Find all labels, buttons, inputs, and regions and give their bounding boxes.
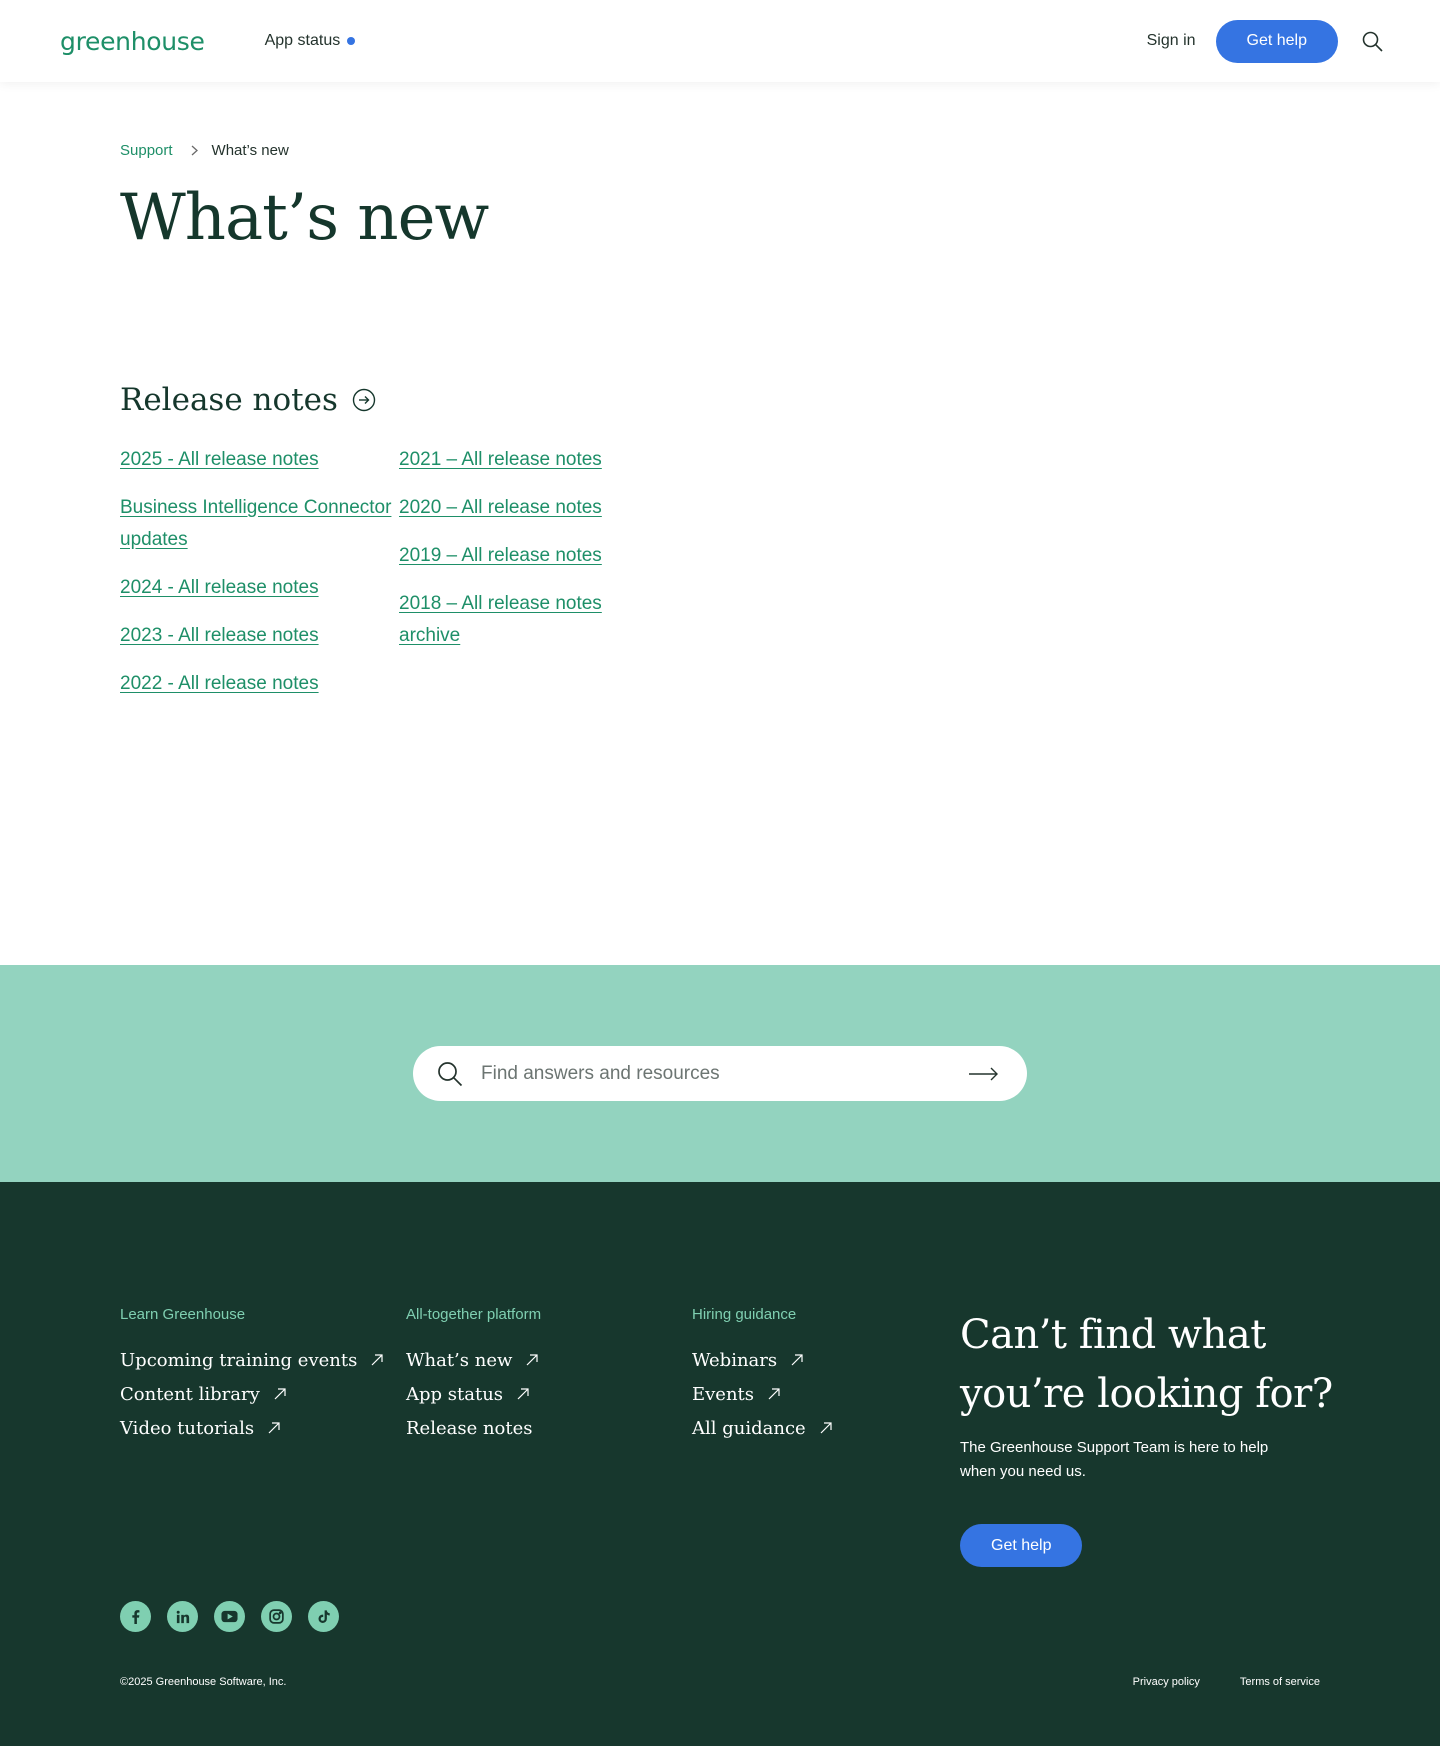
footer-link[interactable]: Release notes [406,1411,541,1445]
search-band [0,965,1440,1182]
footer-link-label: Webinars [692,1349,778,1371]
facebook-icon[interactable] [120,1601,151,1632]
legal-links: Privacy policy Terms of service [1133,1676,1320,1688]
external-arrow-icon [274,1388,286,1400]
cta-text: The Greenhouse Support Team is here to h… [960,1439,1269,1480]
release-note-link[interactable]: 2023 - All release notes [120,620,399,652]
get-help-button[interactable]: Get help [1215,19,1338,63]
search-icon[interactable] [1360,29,1384,53]
external-arrow-icon [791,1354,803,1366]
search-input[interactable] [481,1062,969,1085]
breadcrumb: Support What’s new [120,142,1320,159]
footer-link[interactable]: Content library [120,1377,383,1411]
release-note-link[interactable]: 2021 – All release notes [399,444,629,476]
chevron-right-icon [191,143,198,159]
greenhouse-logo[interactable]: greenhouse [60,27,205,56]
copyright: ©2025 Greenhouse Software, Inc. [120,1676,287,1688]
main-content: Support What’s new What’s new Release no… [0,82,1440,882]
footer-link[interactable]: App status [406,1377,541,1411]
footer-link-label: App status [406,1383,504,1405]
release-note-link[interactable]: 2018 – All release notes archive [399,588,629,652]
footer-get-help-button[interactable]: Get help [960,1524,1083,1567]
footer-link[interactable]: All guidance [692,1411,832,1445]
release-notes-column-1: 2025 - All release notes Business Intell… [120,444,399,716]
external-arrow-icon [820,1422,832,1434]
footer-link[interactable]: Upcoming training events [120,1343,383,1377]
app-status-link[interactable]: App status [265,32,356,50]
cta-title: Can’t find what you’re looking for? [960,1312,1333,1417]
release-notes-links: 2025 - All release notes Business Intell… [120,444,629,716]
breadcrumb-current: What’s new [211,142,289,159]
status-dot-icon [347,37,356,45]
release-note-link[interactable]: 2025 - All release notes [120,444,399,476]
release-note-link[interactable]: Business Intelligence Connector updates [120,492,399,556]
footer-column-heading: Hiring guidance [692,1306,797,1323]
search-icon [438,1061,463,1086]
tiktok-icon[interactable] [308,1601,339,1632]
external-arrow-icon [526,1354,539,1366]
external-arrow-icon [268,1422,280,1434]
linkedin-icon[interactable] [167,1601,198,1632]
footer-link-label: What’s new [406,1349,513,1371]
header-actions: Sign in Get help [1147,19,1384,63]
footer-link[interactable]: Events [692,1377,832,1411]
footer-link[interactable]: Video tutorials [120,1411,383,1445]
release-notes-heading[interactable]: Release notes [120,382,376,418]
footer-link[interactable]: What’s new [406,1343,541,1377]
arrow-right-icon[interactable] [969,1067,999,1081]
privacy-policy-link[interactable]: Privacy policy [1133,1676,1200,1688]
release-note-link[interactable]: 2019 – All release notes [399,540,629,572]
instagram-icon[interactable] [261,1601,292,1632]
footer-link-label: Upcoming training events [120,1349,358,1371]
release-notes-column-2: 2021 – All release notes 2020 – All rele… [399,444,629,716]
youtube-icon[interactable] [214,1601,245,1632]
site-header: greenhouse App status Sign in Get help [0,0,1440,82]
footer-column-guidance: Hiring guidance Webinars Events All guid… [692,1306,832,1445]
footer-link-label: Video tutorials [120,1417,255,1439]
footer-column-heading: All-together platform [406,1306,542,1323]
external-arrow-icon [371,1354,383,1366]
release-note-link[interactable]: 2022 - All release notes [120,668,399,700]
site-footer: Learn Greenhouse Upcoming training event… [0,1182,1440,1746]
footer-link-label: Events [692,1383,755,1405]
release-notes-title: Release notes [120,382,338,418]
page-title: What’s new [120,181,489,255]
footer-column-learn: Learn Greenhouse Upcoming training event… [120,1306,383,1445]
footer-link[interactable]: Webinars [692,1343,832,1377]
social-links [120,1601,355,1632]
circle-arrow-icon [352,388,376,412]
release-note-link[interactable]: 2020 – All release notes [399,492,629,524]
footer-column-platform: All-together platform What’s new App sta… [406,1306,541,1445]
breadcrumb-support-link[interactable]: Support [120,142,173,159]
external-arrow-icon [768,1388,780,1400]
footer-link-label: Content library [120,1383,260,1405]
support-cta: Can’t find what you’re looking for? The … [960,1306,1340,1567]
release-note-link[interactable]: 2024 - All release notes [120,572,399,604]
footer-link-label: All guidance [692,1417,806,1439]
search-bar [413,1046,1027,1101]
sign-in-link[interactable]: Sign in [1147,32,1196,50]
external-arrow-icon [517,1388,529,1400]
terms-of-service-link[interactable]: Terms of service [1240,1676,1320,1688]
footer-column-heading: Learn Greenhouse [120,1306,246,1323]
footer-link-label: Release notes [406,1417,533,1439]
app-status-label: App status [264,32,341,49]
